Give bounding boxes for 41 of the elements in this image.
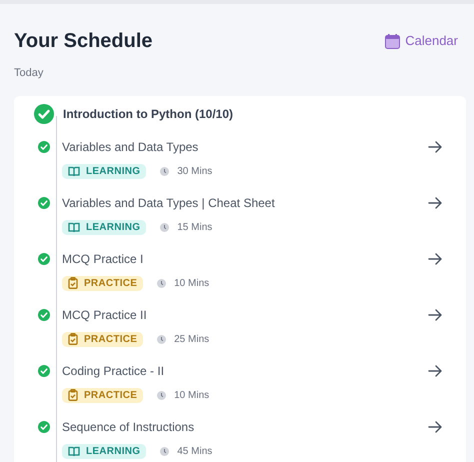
- lesson-title[interactable]: MCQ Practice I: [62, 250, 144, 268]
- page-title: Your Schedule: [14, 29, 153, 54]
- arrow-right-icon[interactable]: [428, 140, 442, 152]
- book-icon: [68, 222, 80, 232]
- clock-icon: [157, 390, 166, 400]
- tag-badge: PRACTICE: [62, 276, 144, 290]
- clipboard-check-icon: [68, 333, 78, 345]
- module-title: Introduction to Python (10/10): [63, 106, 233, 122]
- book-icon: [68, 166, 80, 176]
- duration-text: 25 Mins: [174, 332, 210, 346]
- lesson-title[interactable]: Coding Practice - II: [62, 362, 164, 380]
- arrow-right-icon[interactable]: [428, 252, 442, 264]
- clock-icon: [157, 278, 166, 288]
- arrow-right-icon[interactable]: [428, 420, 442, 432]
- clock-icon: [160, 222, 170, 232]
- tag-badge: LEARNING: [62, 164, 146, 178]
- clipboard-check-icon: [68, 389, 78, 401]
- duration-text: 30 Mins: [177, 164, 212, 178]
- calendar-link[interactable]: Calendar: [385, 31, 458, 51]
- clock-icon: [157, 334, 166, 344]
- arrow-right-icon[interactable]: [428, 364, 442, 376]
- arrow-right-icon[interactable]: [428, 196, 442, 208]
- duration-text: 10 Mins: [174, 388, 210, 402]
- duration-text: 15 Mins: [177, 220, 212, 234]
- day-label: Today: [13, 66, 44, 81]
- book-icon: [68, 446, 80, 456]
- tag-badge: LEARNING: [62, 444, 146, 458]
- duration-text: 10 Mins: [174, 276, 210, 290]
- arrow-right-icon[interactable]: [428, 308, 442, 320]
- clock-icon: [160, 166, 170, 176]
- lesson-title[interactable]: MCQ Practice II: [62, 306, 147, 324]
- clipboard-check-icon: [68, 277, 78, 289]
- lesson-title[interactable]: Variables and Data Types: [62, 138, 198, 156]
- tag-badge: PRACTICE: [62, 388, 144, 402]
- duration-text: 45 Mins: [177, 444, 212, 458]
- tag-badge: PRACTICE: [62, 332, 144, 346]
- lesson-title[interactable]: Sequence of Instructions: [62, 418, 194, 436]
- calendar-icon: [385, 34, 400, 48]
- lesson-title[interactable]: Variables and Data Types | Cheat Sheet: [62, 194, 275, 212]
- tag-badge: LEARNING: [62, 220, 146, 234]
- clock-icon: [160, 446, 170, 456]
